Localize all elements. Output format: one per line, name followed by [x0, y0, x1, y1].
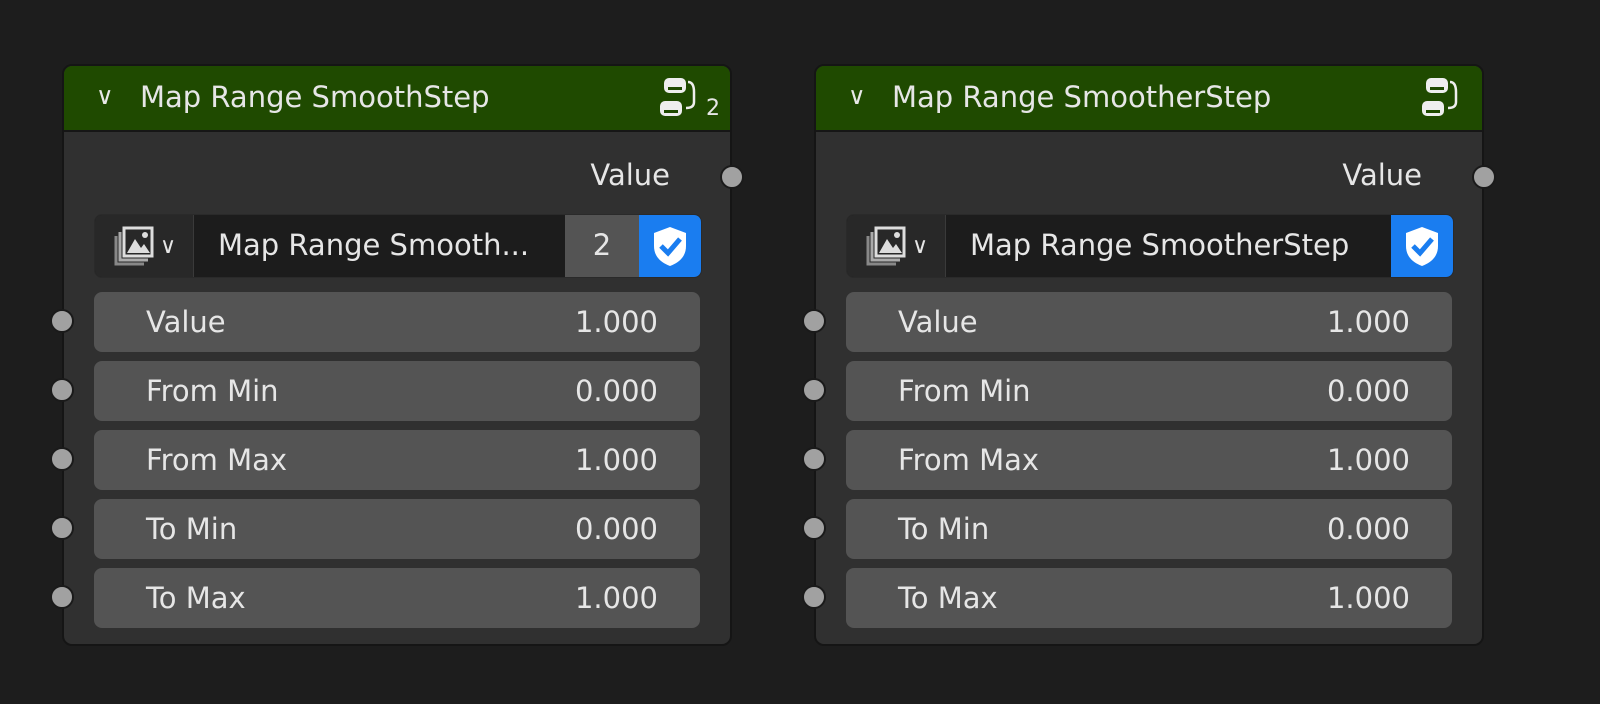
node-title: Map Range SmoothStep — [140, 80, 490, 114]
field-label: Value — [898, 305, 978, 339]
input-field-to-max[interactable]: To Max 1.000 — [94, 568, 700, 628]
input-socket[interactable] — [802, 516, 826, 540]
field-value: 1.000 — [574, 305, 658, 339]
field-label: From Min — [146, 374, 279, 408]
fake-user-button[interactable] — [639, 215, 701, 277]
input-socket[interactable] — [50, 447, 74, 471]
input-socket[interactable] — [50, 309, 74, 333]
input-field-from-max[interactable]: From Max 1.000 — [94, 430, 700, 490]
field-label: To Max — [146, 581, 246, 615]
input-field-from-min[interactable]: From Min 0.000 — [846, 361, 1452, 421]
datablock-name-field[interactable]: Map Range Smooth... — [194, 215, 565, 277]
fake-user-button[interactable] — [1391, 215, 1453, 277]
image-stack-icon — [866, 226, 906, 266]
input-field-value[interactable]: Value 1.000 — [94, 292, 700, 352]
output-label: Value — [1342, 158, 1422, 192]
browse-node-tree-button[interactable]: ∨ — [847, 215, 946, 277]
node-header[interactable]: ∨ Map Range SmoothStep 2 — [64, 66, 730, 132]
datablock-name-field[interactable]: Map Range SmootherStep — [946, 215, 1391, 277]
input-field-from-min[interactable]: From Min 0.000 — [94, 361, 700, 421]
field-label: To Max — [898, 581, 998, 615]
chevron-down-icon: ∨ — [159, 233, 177, 259]
node-group-icon — [1422, 78, 1458, 116]
field-label: From Max — [898, 443, 1040, 477]
chevron-down-icon: ∨ — [911, 233, 929, 259]
input-field-from-max[interactable]: From Max 1.000 — [846, 430, 1452, 490]
field-value: 1.000 — [1326, 305, 1410, 339]
node-group-icon — [660, 78, 696, 116]
node[interactable]: ∨ Map Range SmoothStep 2 Value ∨ Map Ran… — [50, 64, 744, 646]
field-value: 1.000 — [1326, 443, 1410, 477]
field-value: 1.000 — [1326, 581, 1410, 615]
shield-check-icon — [1406, 227, 1438, 266]
input-socket[interactable] — [50, 378, 74, 402]
input-socket[interactable] — [50, 585, 74, 609]
datablock-selector[interactable]: ∨ Map Range SmootherStep — [846, 214, 1454, 278]
field-label: To Min — [146, 512, 238, 546]
collapse-chevron-icon[interactable]: ∨ — [848, 82, 866, 110]
image-stack-icon — [114, 226, 154, 266]
input-field-to-min[interactable]: To Min 0.000 — [94, 499, 700, 559]
datablock-users-button[interactable]: 2 — [565, 215, 639, 277]
input-socket[interactable] — [802, 447, 826, 471]
field-value: 0.000 — [1326, 374, 1410, 408]
datablock-selector[interactable]: ∨ Map Range Smooth... 2 — [94, 214, 702, 278]
input-field-to-min[interactable]: To Min 0.000 — [846, 499, 1452, 559]
field-label: Value — [146, 305, 226, 339]
field-value: 0.000 — [574, 512, 658, 546]
output-socket[interactable] — [1472, 165, 1496, 189]
input-socket[interactable] — [802, 585, 826, 609]
field-label: From Max — [146, 443, 288, 477]
shield-check-icon — [654, 227, 686, 266]
node[interactable]: ∨ Map Range SmootherStep Value ∨ Map Ran… — [802, 64, 1496, 646]
node-title: Map Range SmootherStep — [892, 80, 1272, 114]
field-label: From Min — [898, 374, 1031, 408]
input-field-value[interactable]: Value 1.000 — [846, 292, 1452, 352]
input-field-to-max[interactable]: To Max 1.000 — [846, 568, 1452, 628]
node-header[interactable]: ∨ Map Range SmootherStep — [816, 66, 1482, 132]
field-value: 0.000 — [574, 374, 658, 408]
input-socket[interactable] — [802, 378, 826, 402]
input-socket[interactable] — [50, 516, 74, 540]
field-value: 0.000 — [1326, 512, 1410, 546]
collapse-chevron-icon[interactable]: ∨ — [96, 82, 114, 110]
users-count: 2 — [706, 96, 720, 121]
output-socket[interactable] — [720, 165, 744, 189]
input-socket[interactable] — [802, 309, 826, 333]
browse-node-tree-button[interactable]: ∨ — [95, 215, 194, 277]
field-value: 1.000 — [574, 581, 658, 615]
output-label: Value — [590, 158, 670, 192]
field-label: To Min — [898, 512, 990, 546]
field-value: 1.000 — [574, 443, 658, 477]
